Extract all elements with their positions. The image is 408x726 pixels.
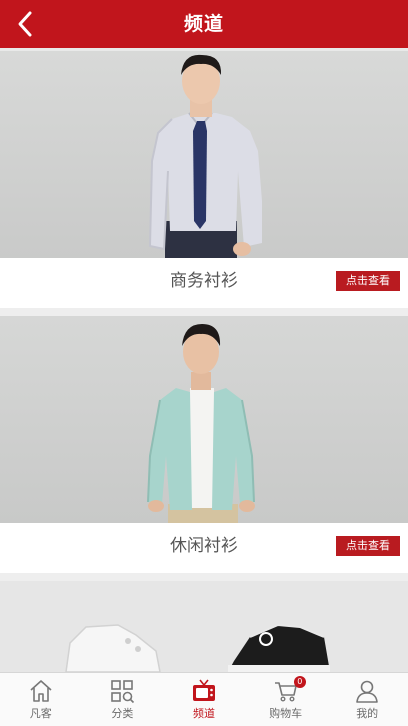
channel-caption-row: 商务衬衫 点击查看	[0, 258, 408, 308]
tab-label: 购物车	[269, 707, 303, 720]
channel-photo-business-shirt[interactable]	[0, 51, 408, 258]
page-title: 频道	[183, 13, 224, 35]
tab-home[interactable]: 凡客	[0, 673, 82, 726]
bottom-tab-bar: 凡客 分类 频道 0 购物车 我的	[0, 672, 408, 726]
user-icon	[356, 680, 378, 703]
section-divider	[0, 573, 408, 581]
tab-cart[interactable]: 0 购物车	[245, 673, 327, 726]
section-divider	[0, 308, 408, 316]
tab-label: 频道	[192, 707, 215, 720]
view-button[interactable]: 点击查看	[336, 271, 400, 291]
tab-label: 分类	[111, 707, 134, 720]
top-header: 频道	[0, 0, 408, 48]
app-screen: 频道 商务衬衫 点击查看 休闲衬衫 点击查看 凡客 分类 频道 0 购物车 我的	[0, 0, 408, 726]
tab-label: 我的	[356, 707, 379, 720]
channel-photo-shoes[interactable]	[0, 581, 408, 672]
cart-count-badge: 0	[293, 676, 306, 688]
tab-category[interactable]: 分类	[82, 673, 164, 726]
tab-mine[interactable]: 我的	[326, 673, 408, 726]
home-icon	[30, 680, 52, 702]
view-button[interactable]: 点击查看	[336, 536, 400, 556]
tab-channel[interactable]: 频道	[163, 673, 245, 726]
channel-caption-row: 休闲衬衫 点击查看	[0, 523, 408, 573]
tv-channel-icon	[192, 679, 215, 701]
category-grid-icon	[111, 680, 135, 704]
tab-label: 凡客	[29, 707, 52, 720]
channel-photo-casual-shirt[interactable]	[0, 316, 408, 523]
